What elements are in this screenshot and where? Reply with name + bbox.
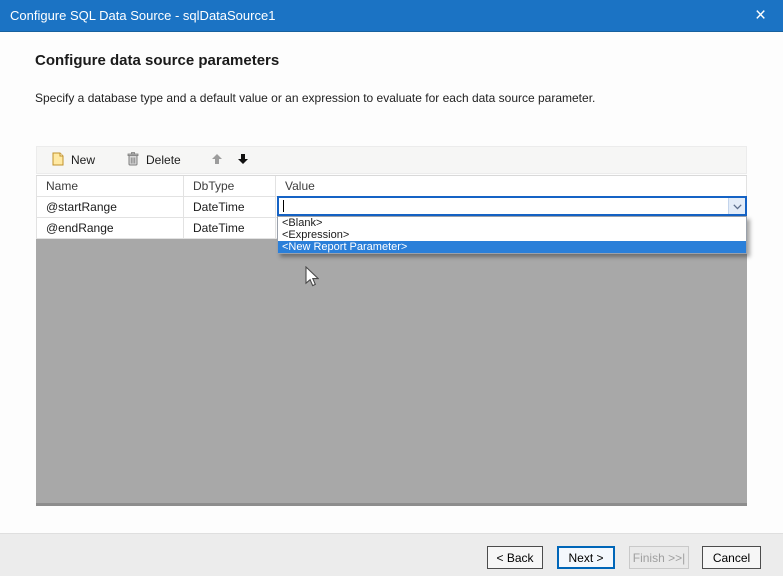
grid-header-row: Name DbType Value [36,176,747,197]
value-combobox-editor[interactable] [279,198,728,214]
page-title: Configure data source parameters [35,52,279,69]
move-up-button[interactable] [204,150,230,171]
cancel-button[interactable]: Cancel [702,546,761,569]
wizard-content: Configure data source parameters Specify… [0,32,783,533]
titlebar[interactable]: Configure SQL Data Source - sqlDataSourc… [0,0,783,32]
trash-icon [127,152,139,169]
delete-button-label: Delete [146,153,181,167]
cell-name[interactable]: @endRange [36,218,184,238]
wizard-footer: < Back Next > Finish >>| Cancel [0,533,783,576]
cell-dbtype[interactable]: DateTime [184,197,276,217]
back-button[interactable]: < Back [487,546,543,569]
arrow-up-icon [211,153,223,168]
next-button[interactable]: Next > [557,546,615,569]
configure-sql-data-source-dialog: Configure SQL Data Source - sqlDataSourc… [0,0,783,576]
delete-button[interactable]: Delete [118,149,190,172]
value-dropdown-list: <Blank> <Expression> <New Report Paramet… [277,216,747,254]
close-icon[interactable]: × [738,0,783,31]
dropdown-item-expression[interactable]: <Expression> [278,229,746,241]
column-header-dbtype[interactable]: DbType [184,176,276,196]
dropdown-item-new-report-parameter[interactable]: <New Report Parameter> [278,241,746,253]
parameters-toolbar: New Delete [36,146,747,174]
arrow-down-icon [237,153,249,168]
new-button-label: New [71,153,95,167]
page-description: Specify a database type and a default va… [35,91,595,105]
window-title: Configure SQL Data Source - sqlDataSourc… [0,8,275,23]
cell-dbtype[interactable]: DateTime [184,218,276,238]
chevron-down-icon [733,197,742,215]
column-header-value[interactable]: Value [276,176,747,196]
new-document-icon [52,152,64,169]
combobox-drop-button[interactable] [728,198,745,214]
column-header-name[interactable]: Name [36,176,184,196]
move-down-button[interactable] [230,150,256,171]
text-caret [283,200,284,212]
panel-empty-area [36,239,747,506]
dropdown-item-blank[interactable]: <Blank> [278,217,746,229]
new-button[interactable]: New [43,149,104,172]
finish-button: Finish >>| [629,546,689,569]
cell-name[interactable]: @startRange [36,197,184,217]
value-combobox[interactable] [277,196,747,216]
